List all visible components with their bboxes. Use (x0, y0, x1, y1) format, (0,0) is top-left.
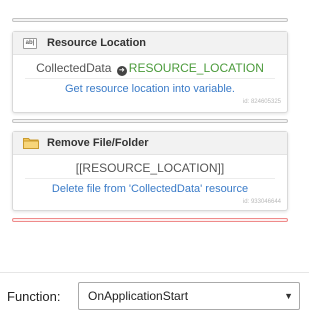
text-field-icon: ab| (23, 37, 37, 49)
card-divider (25, 178, 275, 179)
action-card-remove-file[interactable]: Remove File/Folder [[RESOURCE_LOCATION]]… (12, 131, 288, 211)
function-select-value: OnApplicationStart (88, 289, 189, 303)
function-label: Function: (7, 289, 61, 304)
arrow-right-icon: ➜ (116, 66, 127, 76)
dropdown-arrow-icon: ▼ (284, 291, 293, 301)
action-parameter: [[RESOURCE_LOCATION]] (75, 161, 225, 175)
flow-connector-middle[interactable] (12, 119, 288, 123)
panel-divider (0, 272, 309, 273)
action-description-link[interactable]: Delete file from 'CollectedData' resourc… (13, 181, 287, 197)
action-summary: CollectedData ➜ RESOURCE_LOCATION (13, 58, 287, 78)
flow-connector-top[interactable] (12, 18, 288, 22)
action-id: id: 824605325 (242, 99, 281, 105)
action-description-link[interactable]: Get resource location into variable. (13, 81, 287, 97)
action-card-header[interactable]: ab| Resource Location (13, 32, 287, 55)
target-variable: RESOURCE_LOCATION (128, 61, 264, 75)
card-divider (25, 78, 275, 79)
flow-connector-end[interactable] (12, 218, 288, 222)
function-select[interactable]: OnApplicationStart ▼ (78, 282, 300, 310)
action-title: Resource Location (47, 37, 147, 49)
source-resource: CollectedData (36, 61, 112, 75)
action-id: id: 933046644 (242, 199, 281, 205)
action-card-resource-location[interactable]: ab| Resource Location CollectedData ➜ RES… (12, 31, 288, 113)
action-card-header[interactable]: Remove File/Folder (13, 132, 287, 155)
folder-icon (23, 138, 39, 149)
action-title: Remove File/Folder (47, 137, 149, 149)
